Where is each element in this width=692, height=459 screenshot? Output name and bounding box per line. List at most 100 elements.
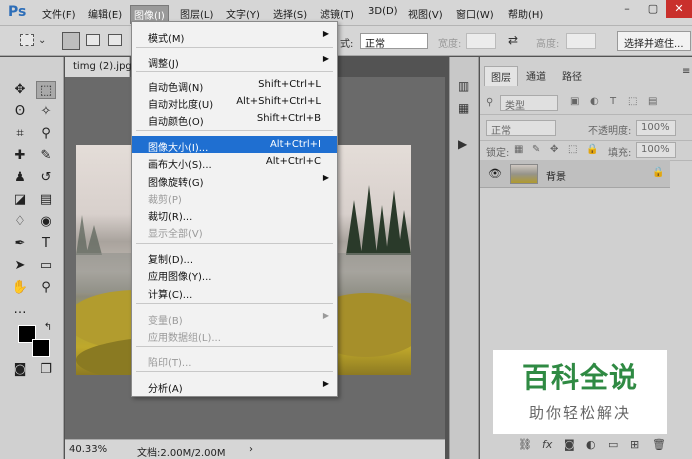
move-tool-icon[interactable]: ✥: [10, 81, 30, 99]
blend-mode-select[interactable]: 正常: [486, 120, 556, 137]
brush-tool-icon[interactable]: ✎: [36, 147, 56, 165]
select-and-mask-button[interactable]: 选择并遮住...: [617, 31, 691, 51]
filter-adjust-icon[interactable]: ◐: [590, 96, 599, 107]
tab-layers[interactable]: 图层: [484, 66, 518, 86]
menu-filter[interactable]: 滤镜(T): [320, 6, 354, 21]
marquee-preset-icon[interactable]: [20, 34, 34, 46]
chevron-right-icon[interactable]: ›: [249, 444, 253, 455]
background-color-swatch[interactable]: [32, 339, 50, 357]
actions-play-icon[interactable]: ▶: [458, 137, 467, 151]
opacity-input[interactable]: 100%: [636, 120, 676, 136]
history-panel-icon[interactable]: ▥: [458, 79, 469, 93]
width-field[interactable]: [466, 33, 496, 49]
filter-shape-icon[interactable]: ⬚: [628, 96, 637, 107]
subtract-selection-icon[interactable]: [108, 34, 122, 46]
crop-tool-icon[interactable]: ⌗: [10, 125, 30, 143]
filter-pixel-icon[interactable]: ▣: [570, 96, 579, 107]
filter-smart-icon[interactable]: ▤: [648, 96, 657, 107]
lock-position-icon[interactable]: ✥: [550, 144, 558, 155]
menu-item-analysis[interactable]: 分析(A) ▶: [132, 377, 337, 395]
lock-transparency-icon[interactable]: ▦: [514, 144, 523, 155]
zoom-level[interactable]: 40.33%: [69, 444, 107, 455]
filter-type-icon[interactable]: T: [610, 96, 616, 107]
marquee-tool-icon[interactable]: ⬚: [36, 81, 56, 99]
menu-item-image-rotation[interactable]: 图像旋转(G) ▶: [132, 171, 337, 189]
filter-kind-select[interactable]: 类型: [500, 95, 558, 112]
fx-icon[interactable]: fx: [542, 438, 552, 451]
link-layers-icon[interactable]: ⛓: [518, 438, 532, 451]
menu-item-image-size[interactable]: 图像大小(I)... Alt+Ctrl+I: [132, 136, 337, 154]
eyedropper-icon[interactable]: ⚲: [36, 125, 56, 143]
healing-brush-icon[interactable]: ✚: [10, 147, 30, 165]
menu-item-canvas-size[interactable]: 画布大小(S)... Alt+Ctrl+C: [132, 153, 337, 171]
new-selection-icon[interactable]: [62, 32, 80, 50]
history-brush-icon[interactable]: ↺: [36, 169, 56, 187]
zoom-tool-icon[interactable]: ⚲: [36, 279, 56, 297]
menu-layer[interactable]: 图层(L): [180, 6, 213, 21]
menu-item-trap[interactable]: 陷印(T)...: [132, 351, 337, 369]
style-select[interactable]: 正常: [360, 33, 428, 50]
menu-item-crop[interactable]: 裁剪(P): [132, 188, 337, 206]
menu-item-auto-color[interactable]: 自动颜色(O) Shift+Ctrl+B: [132, 110, 337, 128]
gradient-tool-icon[interactable]: ▤: [36, 191, 56, 209]
lock-artboard-icon[interactable]: ⬚: [568, 144, 577, 155]
fill-input[interactable]: 100%: [636, 142, 676, 158]
minimize-button[interactable]: –: [614, 0, 640, 18]
menu-item-adjustments[interactable]: 调整(J) ▶: [132, 52, 337, 70]
menu-item-label: 画布大小(S)...: [148, 160, 212, 171]
close-button[interactable]: ✕: [666, 0, 692, 18]
chevron-down-icon[interactable]: ⌄: [38, 35, 46, 46]
menu-file[interactable]: 文件(F): [42, 6, 76, 21]
lasso-tool-icon[interactable]: ʘ: [10, 103, 30, 121]
menu-item-auto-contrast[interactable]: 自动对比度(U) Alt+Shift+Ctrl+L: [132, 93, 337, 111]
new-group-icon[interactable]: ▭: [608, 438, 618, 451]
menu-item-calculations[interactable]: 计算(C)...: [132, 283, 337, 301]
path-select-icon[interactable]: ➤: [10, 257, 30, 275]
swap-colors-icon[interactable]: ↰: [38, 319, 58, 337]
menu-item-apply-data-set[interactable]: 应用数据组(L)...: [132, 326, 337, 344]
properties-panel-icon[interactable]: ▦: [458, 101, 469, 115]
eraser-tool-icon[interactable]: ◪: [10, 191, 30, 209]
screen-mode-icon[interactable]: ❐: [36, 361, 56, 379]
adjustment-layer-icon[interactable]: ◐: [586, 438, 596, 451]
new-layer-icon[interactable]: ⊞: [630, 438, 639, 451]
menu-item-mode[interactable]: 模式(M) ▶: [132, 27, 337, 45]
rectangle-tool-icon[interactable]: ▭: [36, 257, 56, 275]
height-field[interactable]: [566, 33, 596, 49]
menu-window[interactable]: 窗口(W): [456, 6, 494, 21]
menu-edit[interactable]: 编辑(E): [88, 6, 122, 21]
menu-help[interactable]: 帮助(H): [508, 6, 543, 21]
menu-item-trim[interactable]: 裁切(R)...: [132, 205, 337, 223]
blur-tool-icon[interactable]: ♢: [10, 213, 30, 231]
menu-select[interactable]: 选择(S): [273, 6, 307, 21]
delete-layer-icon[interactable]: 🗑: [652, 438, 666, 451]
more-tools-icon[interactable]: …: [10, 301, 30, 319]
lock-pixels-icon[interactable]: ✎: [532, 144, 540, 155]
tab-paths[interactable]: 路径: [556, 66, 588, 85]
menu-item-apply-image[interactable]: 应用图像(Y)...: [132, 265, 337, 283]
menu-item-auto-tone[interactable]: 自动色调(N) Shift+Ctrl+L: [132, 76, 337, 94]
layer-row[interactable]: 👁 背景 🔒: [480, 160, 670, 188]
panel-menu-icon[interactable]: ≡: [676, 64, 692, 79]
visibility-eye-icon[interactable]: 👁: [488, 167, 502, 180]
add-mask-icon[interactable]: ◙: [564, 438, 575, 451]
stamp-tool-icon[interactable]: ♟: [10, 169, 30, 187]
menu-item-reveal-all[interactable]: 显示全部(V): [132, 222, 337, 240]
magic-wand-icon[interactable]: ✧: [36, 103, 56, 121]
menu-item-duplicate[interactable]: 复制(D)...: [132, 248, 337, 266]
add-selection-icon[interactable]: [86, 34, 100, 46]
dodge-tool-icon[interactable]: ◉: [36, 213, 56, 231]
quick-mask-icon[interactable]: ◙: [10, 361, 30, 379]
lock-all-icon[interactable]: 🔒: [586, 144, 598, 155]
document-tab[interactable]: timg (2).jpg: [65, 57, 132, 77]
menu-view[interactable]: 视图(V): [408, 6, 443, 21]
menu-type[interactable]: 文字(Y): [226, 6, 260, 21]
menu-item-variables[interactable]: 变量(B) ▶: [132, 309, 337, 327]
menu-3d[interactable]: 3D(D): [368, 6, 398, 17]
hand-tool-icon[interactable]: ✋: [10, 279, 30, 297]
tab-channels[interactable]: 通道: [520, 66, 552, 85]
pen-tool-icon[interactable]: ✒: [10, 235, 30, 253]
maximize-button[interactable]: ▢: [640, 0, 666, 18]
swap-icon[interactable]: ⇄: [508, 33, 518, 47]
type-tool-icon[interactable]: T: [36, 235, 56, 253]
